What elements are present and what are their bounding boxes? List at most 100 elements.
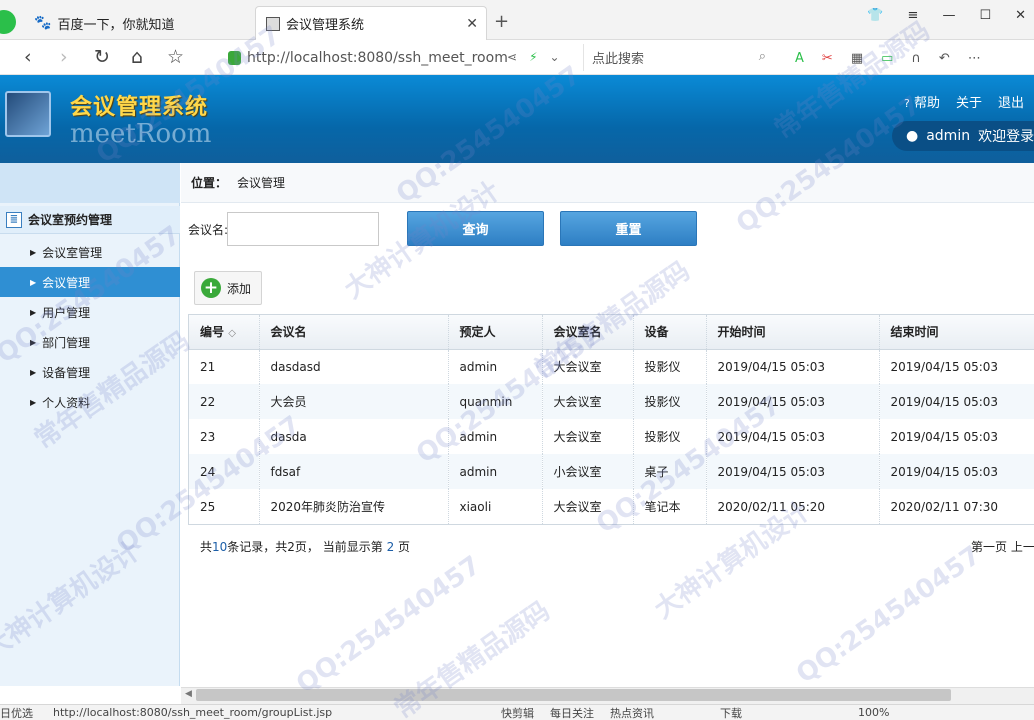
sidebar-item-equipment[interactable]: ▶ 设备管理 <box>0 357 180 387</box>
logout-link[interactable]: 退出 <box>998 92 1024 111</box>
shield-icon <box>228 50 241 65</box>
browser-logo-icon <box>0 10 16 34</box>
table-row[interactable]: 22 大会员 quanmin 大会议室 投影仪 2019/04/15 05:03… <box>189 384 1034 419</box>
sidebar-item-user[interactable]: ▶ 用户管理 <box>0 297 180 327</box>
caret-right-icon: ▶ <box>30 367 37 377</box>
cell-id: 24 <box>189 454 260 489</box>
status-item-news[interactable]: 热点资讯 <box>610 705 654 720</box>
lightning-icon[interactable]: ⚡ <box>529 50 537 64</box>
cell-equipment: 桌子 <box>633 454 707 489</box>
column-header-equipment[interactable]: 设备 <box>633 315 707 350</box>
cell-end: 2019/04/15 05:03 <box>879 349 1034 384</box>
cell-booker: quanmin <box>448 384 543 419</box>
table-row[interactable]: 21 dasdasd admin 大会议室 投影仪 2019/04/15 05:… <box>189 349 1034 384</box>
add-button[interactable]: + 添加 <box>194 271 262 305</box>
column-header-booker[interactable]: 预定人 <box>448 315 543 350</box>
sidebar-group-header[interactable]: ≣ 会议室预约管理 <box>0 206 180 234</box>
column-header-id[interactable]: 编号 ◇ <box>189 315 260 350</box>
scrollbar-thumb[interactable] <box>196 689 951 701</box>
menu-icon[interactable]: ≡ <box>908 8 919 23</box>
first-page-link[interactable]: 第一页 <box>971 540 1007 554</box>
cell-end: 2019/04/15 05:03 <box>879 419 1034 454</box>
cell-start: 2019/04/15 05:03 <box>706 419 880 454</box>
star-icon[interactable]: ☆ <box>167 44 184 70</box>
column-header-start[interactable]: 开始时间 <box>706 315 880 350</box>
maximize-icon[interactable]: ☐ <box>979 8 991 23</box>
undo-icon[interactable]: ↶ <box>939 51 950 66</box>
about-link[interactable]: 关于 <box>956 92 982 111</box>
caret-right-icon: ▶ <box>30 397 37 407</box>
address-text: http://localhost:8080/ssh_meet_room <box>247 49 508 66</box>
help-link[interactable]: ? 帮助 <box>904 92 940 111</box>
reset-button[interactable]: 重置 <box>560 211 697 246</box>
search-icon[interactable]: ⌕ <box>759 49 766 64</box>
tab-baidu[interactable]: 🐾 百度一下，你就知道 <box>24 6 254 40</box>
zoom-level[interactable]: 100% <box>858 706 889 719</box>
shirt-icon[interactable]: 👕 <box>867 8 883 23</box>
translate-icon[interactable]: A <box>795 51 804 66</box>
table-row[interactable]: 23 dasda admin 大会议室 投影仪 2019/04/15 05:03… <box>189 419 1034 454</box>
close-tab-icon[interactable]: ✕ <box>466 16 478 32</box>
cell-start: 2019/04/15 05:03 <box>706 454 880 489</box>
more-icon[interactable]: ⋯ <box>968 51 981 66</box>
cell-booker: admin <box>448 454 543 489</box>
sidebar-item-meeting[interactable]: ▶ 会议管理 <box>0 267 180 297</box>
cell-booker: xiaoli <box>448 489 543 524</box>
battery-icon[interactable]: ▭ <box>881 51 893 66</box>
plus-icon: + <box>201 278 221 298</box>
minimize-icon[interactable]: — <box>942 8 955 23</box>
breadcrumb: 位置： 会议管理 <box>181 163 1034 203</box>
status-item-daily[interactable]: 每日关注 <box>550 705 594 720</box>
headphones-icon[interactable]: ∩ <box>911 51 921 66</box>
scroll-left-icon[interactable]: ◀ <box>185 689 192 699</box>
pager-suffix: 页 <box>394 540 411 554</box>
tab-meeting-system[interactable]: 会议管理系统 ✕ <box>255 6 487 40</box>
caret-right-icon: ▶ <box>30 277 37 287</box>
sort-icon[interactable]: ◇ <box>228 328 236 339</box>
pager-links: 第一页 上一 <box>971 538 1034 555</box>
table-row[interactable]: 24 fdsaf admin 小会议室 桌子 2019/04/15 05:03 … <box>189 454 1034 489</box>
cell-equipment: 投影仪 <box>633 419 707 454</box>
sidebar-item-department[interactable]: ▶ 部门管理 <box>0 327 180 357</box>
table-row[interactable]: 25 2020年肺炎防治宣传 xiaoli 大会议室 笔记本 2020/02/1… <box>189 489 1034 524</box>
cell-name: fdsaf <box>259 454 449 489</box>
query-button[interactable]: 查询 <box>407 211 544 246</box>
sidebar: ≣ 会议室预约管理 ▶ 会议室管理 ▶ 会议管理 ▶ 用户管理 ▶ 部门管理 ▶… <box>0 163 180 686</box>
pager-info: 共10条记录，共2页， 当前显示第 2 页 <box>200 538 410 555</box>
pager-total: 10 <box>212 540 228 554</box>
column-header-end[interactable]: 结束时间 <box>879 315 1034 350</box>
prev-page-link[interactable]: 上一 <box>1011 540 1034 554</box>
status-item-download[interactable]: 下载 <box>720 705 742 720</box>
back-icon[interactable]: ‹ <box>24 44 32 70</box>
cell-start: 2020/02/11 05:20 <box>706 489 880 524</box>
column-header-room[interactable]: 会议室名 <box>542 315 634 350</box>
close-window-icon[interactable]: ✕ <box>1015 8 1026 23</box>
status-item-clip[interactable]: 快剪辑 <box>501 705 534 720</box>
sidebar-item-profile[interactable]: ▶ 个人资料 <box>0 387 180 417</box>
cell-room: 大会议室 <box>542 349 634 384</box>
scissors-icon[interactable]: ✂ <box>822 51 833 66</box>
column-header-name[interactable]: 会议名 <box>259 315 449 350</box>
table-header-row: 编号 ◇ 会议名 预定人 会议室名 设备 开始时间 结束时间 <box>189 315 1034 350</box>
cell-end: 2019/04/15 05:03 <box>879 384 1034 419</box>
search-box[interactable]: 点此搜索 ⌕ <box>583 44 778 71</box>
tab-title: 百度一下，你就知道 <box>57 17 175 33</box>
caret-right-icon: ▶ <box>30 307 37 317</box>
new-tab-icon[interactable]: + <box>494 11 509 32</box>
share-icon[interactable]: ⋖ <box>507 50 517 64</box>
browser-status-bar: 日优选 http://localhost:8080/ssh_meet_room/… <box>0 704 1034 720</box>
meeting-name-input[interactable] <box>227 212 379 246</box>
meeting-name-label: 会议名: <box>188 223 229 237</box>
apps-icon[interactable]: ▦ <box>851 51 863 66</box>
sidebar-item-label: 设备管理 <box>42 365 91 380</box>
search-placeholder: 点此搜索 <box>592 52 645 67</box>
cell-room: 大会议室 <box>542 384 634 419</box>
home-icon[interactable]: ⌂ <box>131 44 143 70</box>
breadcrumb-label: 位置： <box>191 176 228 190</box>
reload-icon[interactable]: ↻ <box>94 44 110 70</box>
chevron-down-icon[interactable]: ⌄ <box>550 50 560 64</box>
sidebar-item-room[interactable]: ▶ 会议室管理 <box>0 237 180 267</box>
forward-icon[interactable]: › <box>60 44 68 70</box>
username: admin <box>926 128 971 144</box>
sidebar-group-label: 会议室预约管理 <box>28 213 113 227</box>
